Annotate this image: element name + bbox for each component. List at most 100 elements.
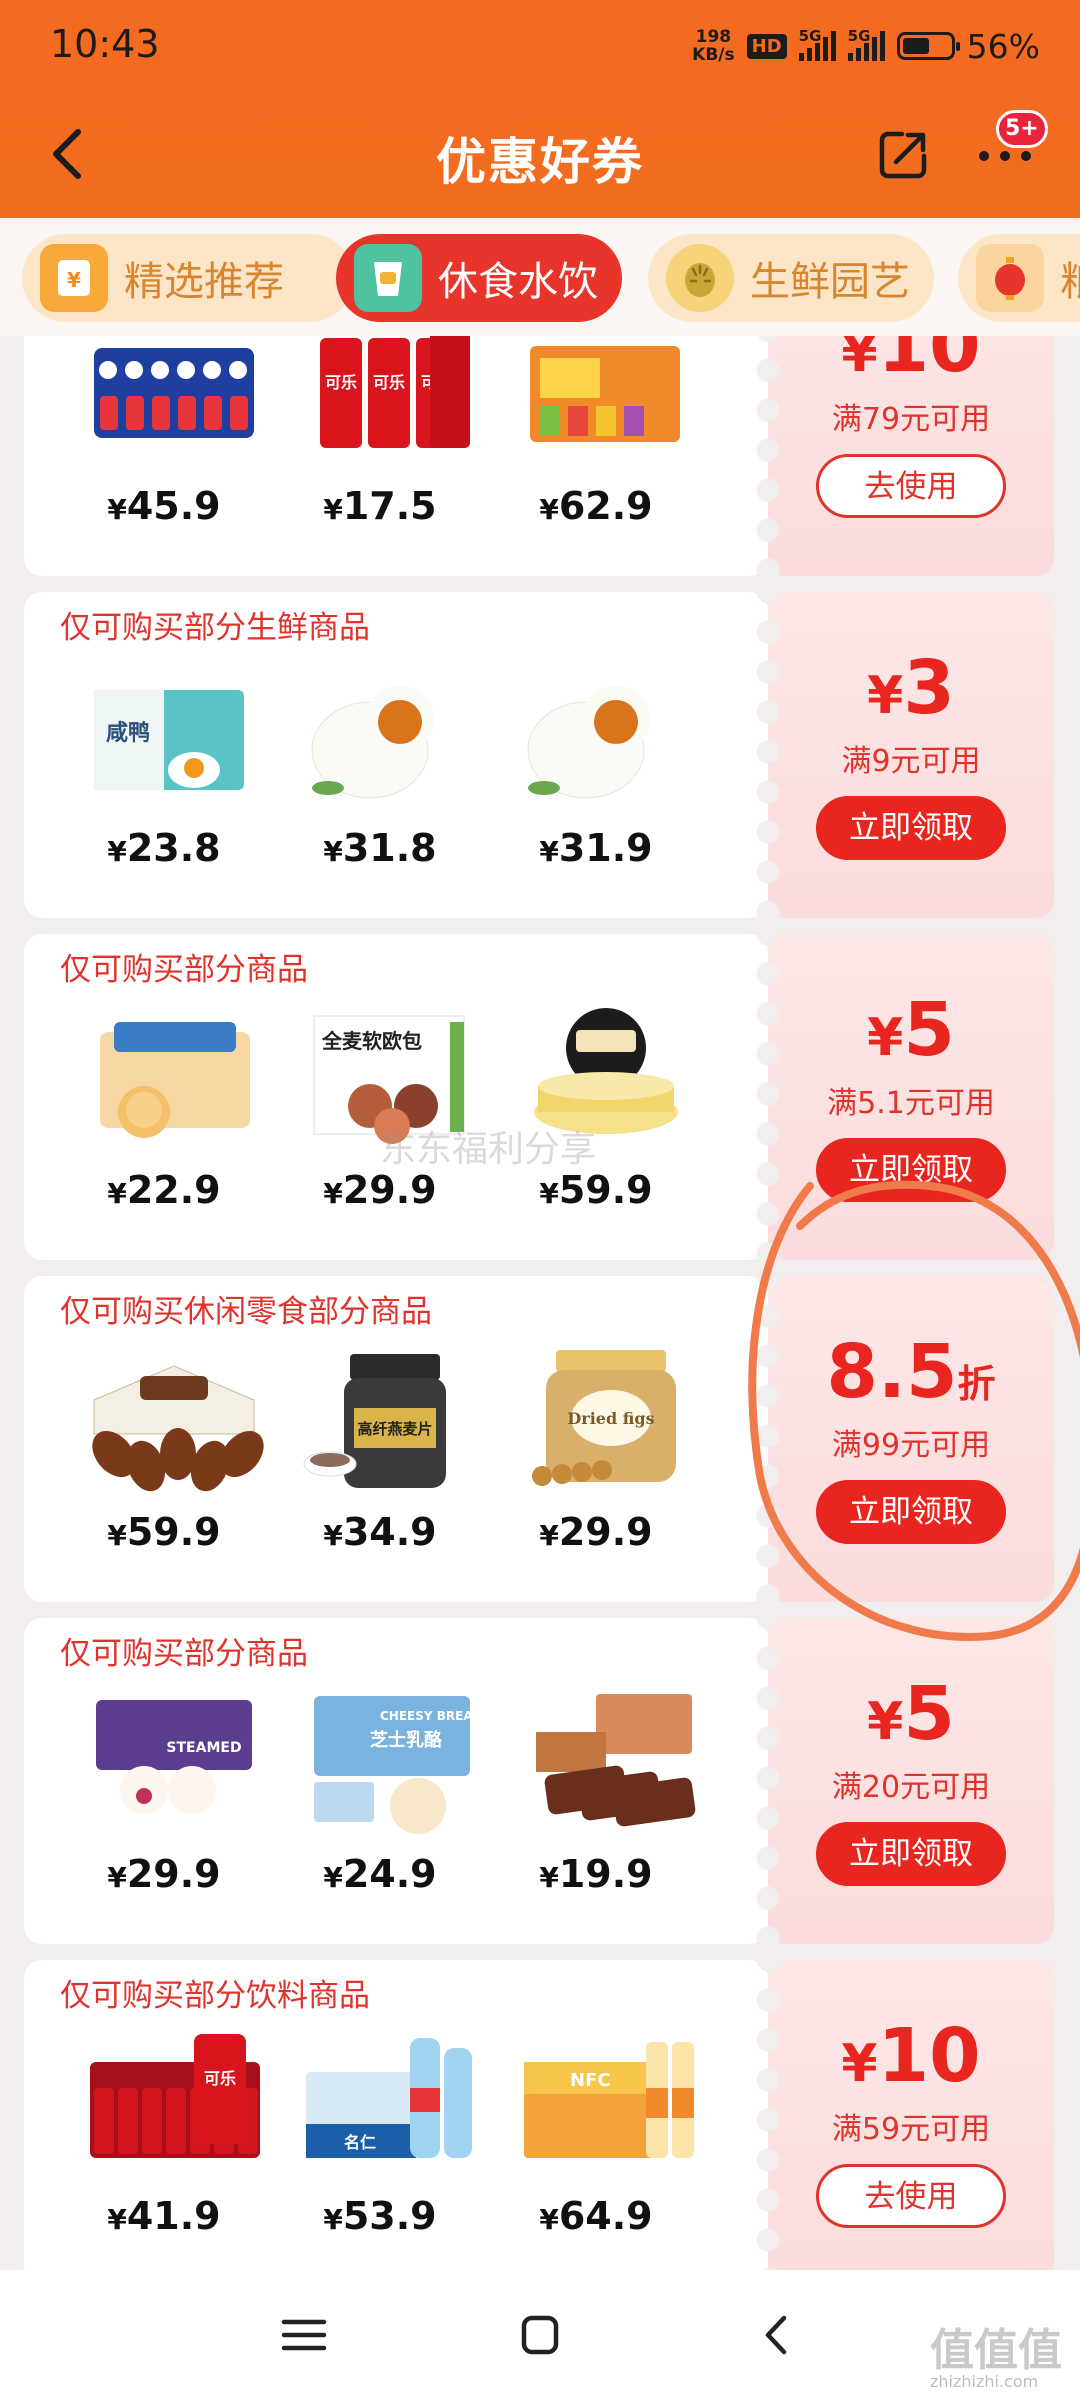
product-price: ¥29.9 [496,1510,696,1554]
tab-fresh-garden[interactable]: 生鲜园艺 [648,234,934,322]
claim-coupon-button[interactable]: 立即领取 [816,1822,1006,1886]
product-image[interactable]: 名仁 [300,2028,480,2178]
status-bar: 10:43 198 KB/s HD 5G 5G 56% [0,0,1080,92]
product-price: ¥24.9 [280,1852,480,1896]
share-icon[interactable] [876,126,932,182]
tab-snacks-drinks[interactable]: 休食水饮 [336,234,622,322]
app-header: 10:43 198 KB/s HD 5G 5G 56% 优惠好券 [0,0,1080,218]
product-price: ¥62.9 [496,484,696,528]
claim-coupon-button[interactable]: 立即领取 [816,1480,1006,1544]
product-image[interactable] [84,1002,264,1152]
product-price-value: 34.9 [342,1510,437,1554]
coupon-products-panel[interactable]: ¥45.9可乐可乐可乐¥17.5¥62.9 [24,336,768,576]
coupon-currency: ¥ [841,336,878,384]
coupon-threshold: 满9元可用 [841,744,981,779]
coupon-products-panel[interactable]: 仅可购买休闲零食部分商品 ¥59.9 高纤燕麦片 ¥34.9 Dried figs ¥29… [24,1276,768,1602]
signal-icon: 5G [798,27,836,61]
network-speed-value: 198 [695,27,732,47]
product-item[interactable]: ¥31.9 [496,654,706,904]
coupon-condition: 仅可购买部分生鲜商品 [60,610,370,646]
product-image[interactable]: NFC [516,2028,696,2178]
product-item[interactable]: 名仁 ¥53.9 [280,2022,490,2270]
product-item[interactable]: 咸鸭 ¥23.8 [64,654,274,904]
back-nav-icon[interactable] [746,2310,806,2360]
coupon-list[interactable]: ¥45.9可乐可乐可乐¥17.5¥62.9¥10满79元可用去使用仅可购买部分生… [0,336,1080,2270]
use-coupon-button[interactable]: 去使用 [816,2164,1006,2228]
currency-symbol: ¥ [107,493,127,526]
coupon-card[interactable]: 仅可购买部分饮料商品 可乐 ¥41.9 名仁 ¥53.9 NFC ¥64.9 ¥10 满59元可… [24,1960,1054,2270]
product-item[interactable]: ¥22.9 [64,996,274,1246]
coupon-card[interactable]: 仅可购买部分商品 ¥22.9 全麦软欧包 ¥29.9 ¥59.9 ¥5 满5.1元可用 立即领… [24,934,1054,1260]
product-row: 咸鸭 ¥23.8 ¥31.8 ¥31.9 [64,654,744,904]
currency-symbol: ¥ [539,493,559,526]
coupon-discount-unit: 折 [957,1362,996,1406]
product-price: ¥59.9 [496,1168,696,1212]
product-image[interactable]: 高纤燕麦片 [300,1344,480,1494]
currency-symbol: ¥ [539,1861,559,1894]
claim-coupon-button[interactable]: 立即领取 [816,1138,1006,1202]
network-speed-unit: KB/s [692,45,735,65]
product-price-value: 24.9 [342,1852,437,1896]
home-icon[interactable] [510,2310,570,2360]
product-price: ¥29.9 [64,1852,264,1896]
product-item[interactable]: STEAMED ¥29.9 [64,1680,274,1930]
coupon-products-panel[interactable]: 仅可购买部分商品 STEAMED ¥29.9 CHEESY BREAD 芝士乳酪 ¥24.… [24,1618,768,1944]
nav-bar: 优惠好券 [0,100,1080,210]
product-price: ¥31.9 [496,826,696,870]
product-price-value: 31.8 [342,826,437,870]
snack-bag-icon [354,244,422,312]
coupon-threshold: 满5.1元可用 [827,1086,995,1121]
product-image[interactable]: STEAMED [84,1686,264,1836]
coupon-amount: ¥10 [768,336,1054,400]
product-item[interactable]: ¥45.9 [64,336,274,562]
coupon-card[interactable]: 仅可购买部分生鲜商品 咸鸭 ¥23.8 ¥31.8 ¥31.9 ¥3 满9元可用 立即领取 [24,592,1054,918]
status-time: 10:43 [50,22,160,66]
coupon-amount-value: 8.5 [826,1329,958,1415]
product-item[interactable]: 可乐 ¥41.9 [64,2022,274,2270]
coupon-products-panel[interactable]: 仅可购买部分生鲜商品咸鸭 ¥23.8 ¥31.8 ¥31.9 [24,592,768,918]
product-item[interactable]: ¥31.8 [280,654,490,904]
product-price-value: 19.9 [558,1852,653,1896]
product-item[interactable]: CHEESY BREAD 芝士乳酪 ¥24.9 [280,1680,490,1930]
coupon-products-panel[interactable]: 仅可购买部分商品 ¥22.9 全麦软欧包 ¥29.9 ¥59.9 [24,934,768,1260]
svg-text:Dried figs: Dried figs [567,1409,654,1428]
product-image[interactable] [516,336,696,468]
message-count-badge: 5+ [996,110,1048,148]
product-price-value: 31.9 [558,826,653,870]
product-item[interactable]: NFC ¥64.9 [496,2022,706,2270]
product-price: ¥41.9 [64,2194,264,2238]
product-image[interactable]: 咸鸭 [84,660,264,810]
svg-text:CHEESY BREAD: CHEESY BREAD [380,1709,480,1723]
use-coupon-button[interactable]: 去使用 [816,454,1006,518]
product-item[interactable]: 可乐可乐可乐 ¥17.5 [280,336,490,562]
product-item[interactable]: 高纤燕麦片 ¥34.9 [280,1338,490,1588]
currency-symbol: ¥ [323,2203,343,2236]
svg-text:高纤燕麦片: 高纤燕麦片 [357,1420,432,1438]
product-image[interactable]: 可乐 [84,2028,264,2178]
product-image[interactable] [300,660,480,810]
coupon-value-panel: ¥3 满9元可用 立即领取 [756,592,1054,918]
tab-grain[interactable]: 粮 [958,234,1080,322]
product-item[interactable]: ¥19.9 [496,1680,706,1930]
claim-coupon-button[interactable]: 立即领取 [816,796,1006,860]
menu-icon[interactable] [274,2310,334,2360]
product-image[interactable]: 可乐可乐可乐 [300,336,480,468]
product-image[interactable] [516,1686,696,1836]
product-price-value: 62.9 [558,484,653,528]
product-image[interactable] [516,660,696,810]
product-item[interactable]: Dried figs ¥29.9 [496,1338,706,1588]
coupon-card[interactable]: 仅可购买休闲零食部分商品 ¥59.9 高纤燕麦片 ¥34.9 Dried figs ¥29… [24,1276,1054,1602]
product-row: ¥59.9 高纤燕麦片 ¥34.9 Dried figs ¥29.9 [64,1338,744,1588]
currency-symbol: ¥ [323,1177,343,1210]
coupon-card[interactable]: ¥45.9可乐可乐可乐¥17.5¥62.9¥10满79元可用去使用 [24,336,1054,576]
product-image[interactable] [84,336,264,468]
coupon-card[interactable]: 仅可购买部分商品 STEAMED ¥29.9 CHEESY BREAD 芝士乳酪 ¥24.… [24,1618,1054,1944]
currency-symbol: ¥ [539,1519,559,1552]
product-image[interactable]: CHEESY BREAD 芝士乳酪 [300,1686,480,1836]
product-image[interactable]: Dried figs [516,1344,696,1494]
coupon-products-panel[interactable]: 仅可购买部分饮料商品 可乐 ¥41.9 名仁 ¥53.9 NFC ¥64.9 [24,1960,768,2270]
product-item[interactable]: ¥59.9 [64,1338,274,1588]
product-item[interactable]: ¥62.9 [496,336,706,562]
tab-featured[interactable]: ¥ 精选推荐 [22,234,354,322]
product-image[interactable] [84,1344,264,1494]
